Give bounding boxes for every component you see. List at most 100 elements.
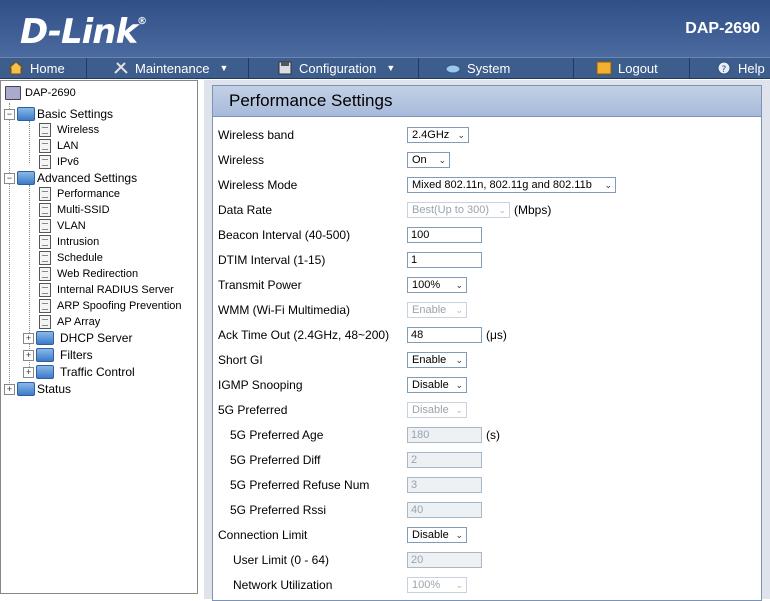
setting-label: User Limit (0 - 64): [233, 552, 330, 567]
sidebar-item-ipv6[interactable]: IPv6: [39, 155, 79, 169]
chevron-down-icon: ⌄: [455, 579, 463, 590]
page-icon: [39, 187, 51, 201]
chevron-down-icon: ▼: [386, 63, 396, 73]
chevron-down-icon: ⌄: [455, 529, 463, 540]
nav-configuration[interactable]: Configuration ▼: [249, 58, 419, 78]
setting-select[interactable]: 100% ⌄: [407, 276, 467, 293]
tree-traffic-control-label: Traffic Control: [60, 365, 135, 379]
setting-select: Disable ⌄: [407, 401, 467, 418]
sidebar-item-label: Schedule: [57, 252, 103, 264]
setting-control: Enable ⌄: [407, 351, 467, 368]
svg-text:?: ?: [722, 65, 727, 75]
setting-label: Data Rate: [218, 202, 273, 217]
setting-control: 40: [407, 501, 482, 518]
sidebar-item-lan[interactable]: LAN: [39, 139, 78, 153]
setting-control: 100: [407, 226, 482, 243]
setting-input: 3: [407, 476, 482, 493]
tree-traffic-control[interactable]: + Traffic Control: [23, 365, 135, 379]
setting-select[interactable]: Disable ⌄: [407, 526, 467, 543]
setting-label: 5G Preferred Diff: [230, 452, 321, 467]
sidebar-item-label: Multi-SSID: [57, 204, 110, 216]
folder-icon: [17, 107, 35, 121]
chevron-down-icon: ⌄: [455, 304, 463, 315]
home-icon: [8, 61, 24, 75]
setting-control: 100% ⌄: [407, 576, 467, 593]
sidebar-item-vlan[interactable]: VLAN: [39, 219, 86, 233]
tree-dhcp-server[interactable]: + DHCP Server: [23, 331, 132, 345]
tree-status[interactable]: + Status: [4, 382, 71, 396]
select-value: On: [412, 153, 427, 166]
sidebar-item-radius[interactable]: Internal RADIUS Server: [39, 283, 174, 297]
setting-control: 2: [407, 451, 482, 468]
setting-label: DTIM Interval (1-15): [218, 252, 326, 267]
setting-input[interactable]: 1: [407, 251, 482, 268]
setting-label: 5G Preferred Age: [230, 427, 324, 442]
page-icon: [39, 315, 51, 329]
sidebar-item-schedule[interactable]: Schedule: [39, 251, 103, 265]
select-value: Disable: [412, 378, 449, 391]
sidebar-item-multi-ssid[interactable]: Multi-SSID: [39, 203, 110, 217]
logout-icon: [596, 61, 612, 75]
tree-root[interactable]: DAP-2690: [5, 86, 76, 100]
setting-control: 100% ⌄: [407, 276, 467, 293]
setting-control: 3: [407, 476, 482, 493]
tree-basic-settings[interactable]: − Basic Settings: [4, 107, 113, 121]
setting-input: 20: [407, 551, 482, 568]
chevron-down-icon: ⌄: [455, 354, 463, 365]
expand-icon: +: [23, 349, 34, 361]
nav-help-label: Help: [738, 60, 765, 76]
setting-select: 100% ⌄: [407, 576, 467, 593]
setting-label: Connection Limit: [218, 527, 308, 542]
sidebar-item-performance[interactable]: Performance: [39, 187, 120, 201]
setting-label: Ack Time Out (2.4GHz, 48~200): [218, 327, 390, 342]
nav-help[interactable]: ? Help: [690, 58, 770, 78]
setting-control: 48 (μs): [407, 326, 507, 343]
setting-select[interactable]: Mixed 802.11n, 802.11g and 802.11b ⌄: [407, 176, 616, 193]
sidebar-item-label: Internal RADIUS Server: [57, 284, 174, 296]
content-area: Performance Settings Wireless band 2.4GHz…: [204, 80, 770, 601]
nav-maintenance[interactable]: Maintenance ▼: [87, 58, 249, 78]
select-value: Best(Up to 300): [412, 203, 490, 216]
setting-label: Wireless band: [218, 127, 295, 142]
header-bar: D-Link® DAP-2690: [0, 0, 770, 57]
select-value: 100%: [412, 278, 441, 291]
setting-select[interactable]: On ⌄: [407, 151, 450, 168]
unit-label: (s): [486, 427, 500, 442]
page-icon: [39, 139, 51, 153]
nav-logout[interactable]: Logout: [574, 58, 690, 78]
unit-label: (Mbps): [514, 202, 552, 217]
folder-icon: [17, 171, 35, 185]
sidebar-item-intrusion[interactable]: Intrusion: [39, 235, 99, 249]
sidebar-item-label: Web Redirection: [57, 268, 139, 280]
tree-advanced-settings[interactable]: − Advanced Settings: [4, 171, 137, 185]
setting-input[interactable]: 100: [407, 226, 482, 243]
disk-icon: [278, 61, 292, 75]
setting-label: Network Utilization: [233, 577, 333, 592]
page-icon: [39, 155, 51, 169]
chevron-down-icon: ⌄: [604, 179, 612, 190]
sidebar-item-label: AP Array: [57, 316, 101, 328]
setting-input[interactable]: 48: [407, 326, 482, 343]
folder-icon: [36, 365, 54, 379]
setting-control: Disable ⌄: [407, 376, 467, 393]
select-value: Disable: [412, 528, 449, 541]
sidebar-item-label: Wireless: [57, 124, 100, 136]
system-icon: [445, 64, 461, 74]
nav-home[interactable]: Home: [0, 58, 87, 78]
setting-select[interactable]: Disable ⌄: [407, 376, 467, 393]
nav-system[interactable]: System: [419, 58, 574, 78]
setting-select[interactable]: Enable ⌄: [407, 351, 467, 368]
expand-icon: +: [4, 383, 15, 395]
sidebar-item-ap-array[interactable]: AP Array: [39, 315, 100, 329]
tree-filters[interactable]: + Filters: [23, 348, 93, 362]
sidebar-item-wireless[interactable]: Wireless: [39, 123, 99, 137]
expand-icon: +: [23, 332, 34, 344]
setting-control: 1: [407, 251, 482, 268]
sidebar-item-web-redirection[interactable]: Web Redirection: [39, 267, 138, 281]
sidebar-item-arp[interactable]: ARP Spoofing Prevention: [39, 299, 182, 313]
setting-select[interactable]: 2.4GHz ⌄: [407, 126, 469, 143]
setting-select: Enable ⌄: [407, 301, 467, 318]
setting-label: Transmit Power: [218, 277, 302, 292]
nav-system-label: System: [467, 60, 511, 76]
tree-root-label: DAP-2690: [25, 87, 76, 99]
